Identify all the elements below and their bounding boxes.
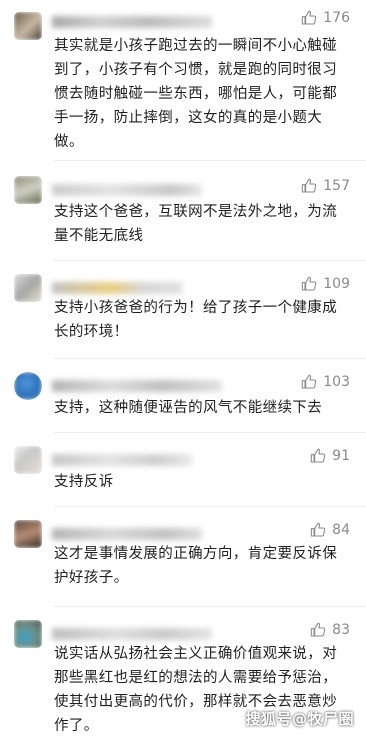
like-button[interactable]: 84 xyxy=(310,522,350,538)
username-blurred[interactable] xyxy=(52,282,182,294)
thumbs-up-icon xyxy=(302,178,317,193)
avatar[interactable] xyxy=(14,372,42,400)
username-blurred[interactable] xyxy=(52,184,202,196)
like-count: 84 xyxy=(332,522,350,538)
like-count: 157 xyxy=(323,178,350,194)
comment-text: 支持小孩爸爸的行为！给了孩子一个健康成长的环境！ xyxy=(54,300,338,340)
comment-text: 其实就是小孩子跑过去的一瞬间不小心触碰到了，小孩子有个习惯，就是跑的同时很习惯去… xyxy=(54,38,338,150)
username-blurred[interactable] xyxy=(52,528,202,540)
avatar[interactable] xyxy=(14,446,42,474)
comment-text: 这才是事情发展的正确方向，肯定要反诉保护好孩子。 xyxy=(54,546,338,586)
comment-text: 支持反诉 xyxy=(54,474,114,490)
like-button[interactable]: 109 xyxy=(301,276,350,292)
avatar[interactable] xyxy=(14,274,42,302)
divider xyxy=(54,506,366,507)
avatar[interactable] xyxy=(14,12,42,40)
thumbs-up-icon xyxy=(302,276,317,291)
username-blurred[interactable] xyxy=(52,16,212,28)
like-button[interactable]: 91 xyxy=(310,448,350,464)
comment-text: 支持这个爸爸，互联网不是法外之地，为流量不能无底线 xyxy=(54,204,338,244)
like-button[interactable]: 176 xyxy=(301,10,350,26)
username-blurred[interactable] xyxy=(52,454,192,466)
avatar[interactable] xyxy=(14,520,42,548)
thumbs-up-icon xyxy=(310,448,326,463)
like-count: 109 xyxy=(323,276,350,292)
comment-text: 支持，这种随便诬告的风气不能继续下去 xyxy=(54,400,323,416)
like-count: 91 xyxy=(332,448,350,464)
divider xyxy=(54,606,366,607)
like-count: 176 xyxy=(323,10,350,26)
watermark: 搜狐号@牧尸圈 xyxy=(245,710,354,728)
like-button[interactable]: 103 xyxy=(301,374,350,390)
username-blurred[interactable] xyxy=(52,628,212,640)
divider xyxy=(54,260,366,261)
divider xyxy=(54,432,366,433)
comment-feed: 176 其实就是小孩子跑过去的一瞬间不小心触碰到了，小孩子有个习惯，就是跑的同时… xyxy=(0,0,366,739)
thumbs-up-icon xyxy=(302,374,317,389)
divider xyxy=(54,160,366,161)
like-count: 83 xyxy=(332,622,350,638)
avatar[interactable] xyxy=(14,176,42,204)
username-blurred[interactable] xyxy=(52,380,222,392)
like-button[interactable]: 157 xyxy=(301,178,350,194)
like-count: 103 xyxy=(323,374,350,390)
thumbs-up-icon xyxy=(302,10,317,25)
avatar[interactable] xyxy=(14,620,42,648)
like-button[interactable]: 83 xyxy=(310,622,350,638)
thumbs-up-icon xyxy=(310,622,326,637)
divider xyxy=(54,358,366,359)
thumbs-up-icon xyxy=(310,522,326,537)
